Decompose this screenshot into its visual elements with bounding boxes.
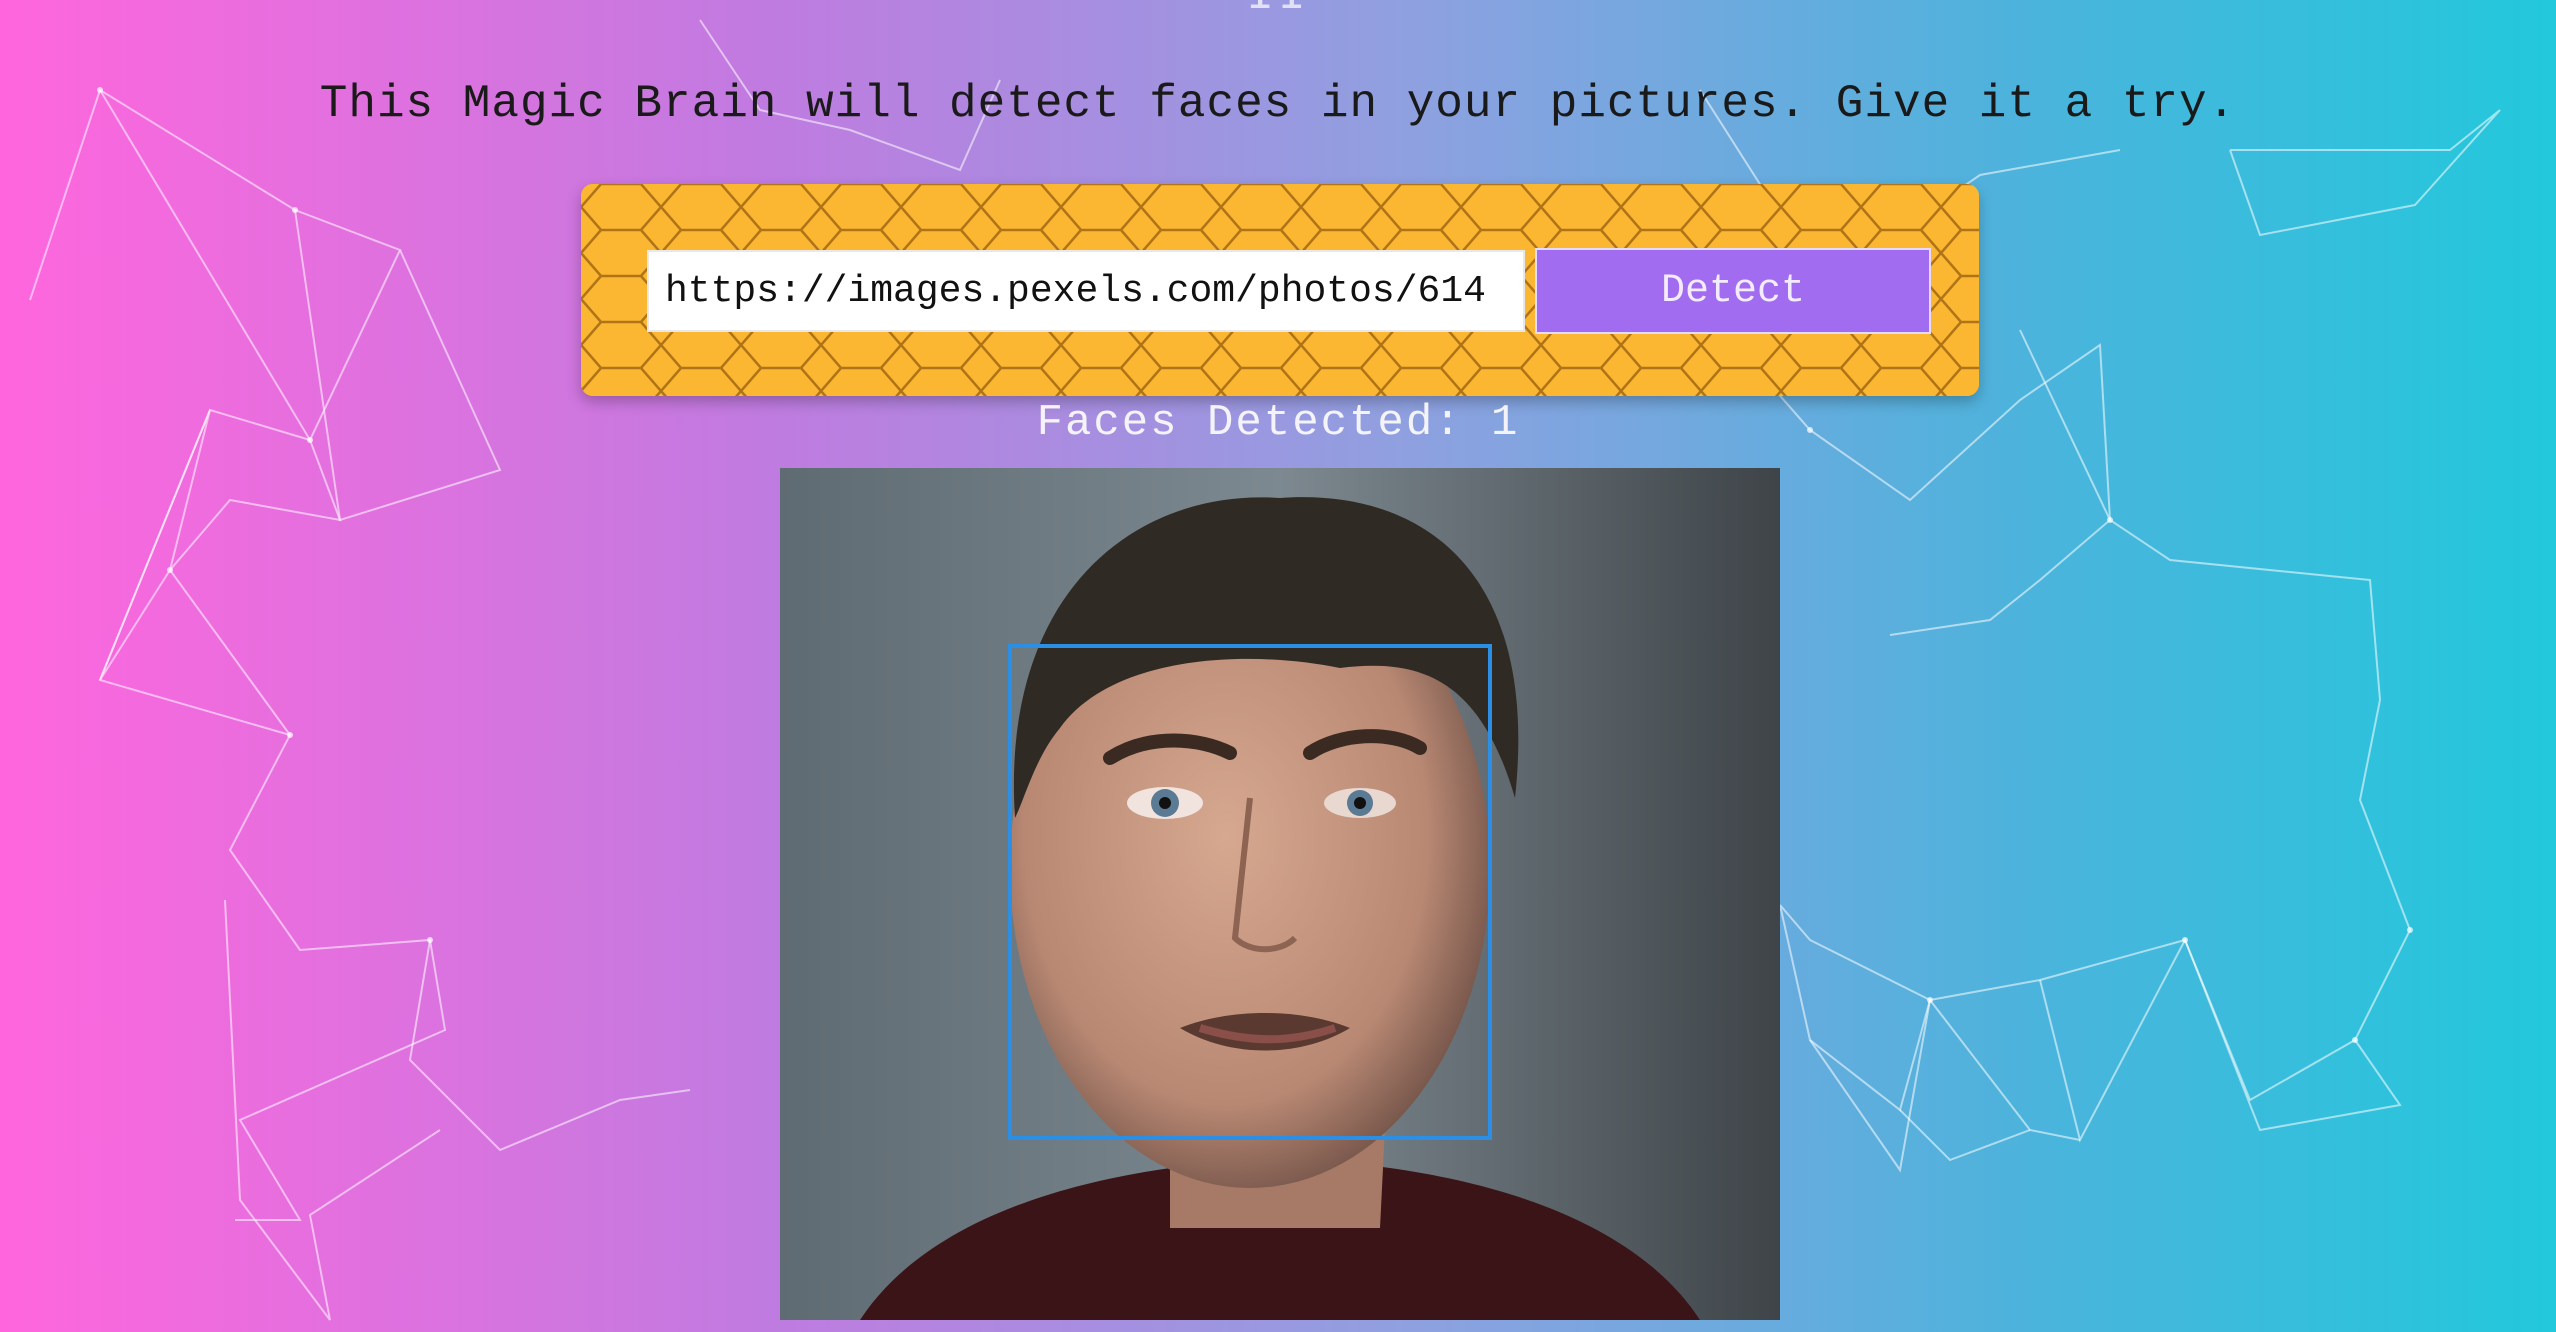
tagline: This Magic Brain will detect faces in yo… bbox=[319, 78, 2237, 130]
image-link-form: Detect bbox=[581, 184, 1979, 396]
detect-button[interactable]: Detect bbox=[1535, 248, 1931, 334]
detected-face-image bbox=[780, 468, 1780, 1320]
face-bounding-box bbox=[1008, 644, 1492, 1140]
faces-detected-count: Faces Detected: 1 bbox=[1036, 398, 1520, 448]
image-url-input[interactable] bbox=[647, 250, 1525, 332]
page-title-partial: II bbox=[0, 0, 2556, 22]
